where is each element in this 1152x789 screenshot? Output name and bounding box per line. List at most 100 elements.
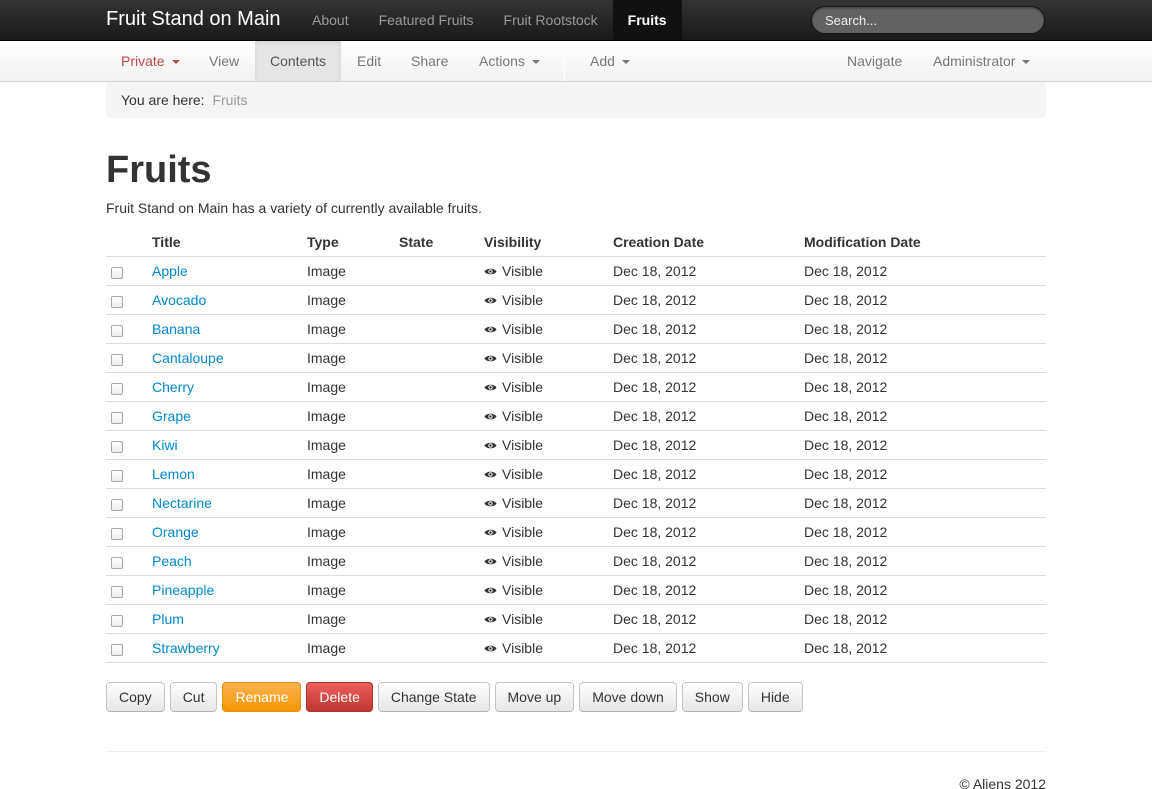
table-row: Grape Image Visible Dec 18, 2012 Dec 18, 201…	[106, 402, 1046, 431]
share-tab[interactable]: Share	[396, 41, 463, 81]
row-checkbox[interactable]	[111, 354, 123, 366]
row-title-link[interactable]: Plum	[152, 611, 184, 627]
header-visibility[interactable]: Visibility	[484, 228, 541, 257]
hide-button[interactable]: Hide	[747, 682, 803, 712]
row-title-link[interactable]: Strawberry	[152, 640, 220, 656]
header-type[interactable]: Type	[307, 228, 339, 257]
header-state[interactable]: State	[399, 228, 433, 257]
row-visibility: Visible	[484, 547, 543, 576]
table-row: Cantaloupe Image Visible Dec 18, 2012 Dec 18…	[106, 344, 1046, 373]
administrator-menu[interactable]: Administrator	[918, 41, 1045, 81]
row-title-link[interactable]: Nectarine	[152, 495, 212, 511]
top-nav: About Featured Fruits Fruit Rootstock Fr…	[297, 0, 682, 40]
navigate-tab[interactable]: Navigate	[832, 41, 917, 81]
row-title-cell: Plum	[152, 605, 184, 634]
row-creation-date: Dec 18, 2012	[613, 640, 697, 656]
row-checkbox[interactable]	[111, 412, 123, 424]
row-checkbox[interactable]	[111, 586, 123, 598]
move-up-button[interactable]: Move up	[494, 682, 575, 712]
search-input[interactable]	[811, 6, 1045, 34]
row-creation-date: Dec 18, 2012	[613, 611, 697, 627]
eye-icon	[484, 315, 497, 343]
row-visibility: Visible	[484, 431, 543, 460]
row-title-cell: Cantaloupe	[152, 344, 224, 373]
table-row: Lemon Image Visible Dec 18, 2012 Dec 18, 201…	[106, 460, 1046, 489]
nav-about[interactable]: About	[297, 0, 364, 40]
row-checkbox[interactable]	[111, 470, 123, 482]
private-state-menu[interactable]: Private	[106, 41, 195, 81]
page-description: Fruit Stand on Main has a variety of cur…	[106, 200, 482, 216]
breadcrumb: You are here: Fruits	[106, 82, 1046, 118]
breadcrumb-prefix: You are here:	[121, 92, 205, 108]
row-title-link[interactable]: Apple	[152, 263, 188, 279]
change-state-button[interactable]: Change State	[377, 682, 490, 712]
row-modification-date: Dec 18, 2012	[804, 640, 888, 656]
header-title[interactable]: Title	[152, 228, 181, 257]
row-title-cell: Peach	[152, 547, 192, 576]
delete-button[interactable]: Delete	[306, 682, 373, 712]
row-title-link[interactable]: Peach	[152, 553, 192, 569]
row-title-cell: Nectarine	[152, 489, 212, 518]
row-checkbox[interactable]	[111, 325, 123, 337]
row-title-link[interactable]: Avocado	[152, 292, 206, 308]
row-checkbox[interactable]	[111, 644, 123, 656]
row-modification-date: Dec 18, 2012	[804, 408, 888, 424]
row-title-cell: Banana	[152, 315, 200, 344]
header-modification-date[interactable]: Modification Date	[804, 228, 921, 257]
show-button[interactable]: Show	[681, 682, 743, 712]
row-title-link[interactable]: Banana	[152, 321, 200, 337]
row-type: Image	[307, 321, 346, 337]
row-visibility: Visible	[484, 518, 543, 547]
cut-button[interactable]: Cut	[169, 682, 218, 712]
move-down-button[interactable]: Move down	[579, 682, 677, 712]
add-label: Add	[590, 53, 615, 69]
row-visibility-label: Visible	[502, 263, 543, 279]
rename-button[interactable]: Rename	[222, 682, 302, 712]
site-brand[interactable]: Fruit Stand on Main	[106, 8, 281, 31]
row-checkbox[interactable]	[111, 296, 123, 308]
row-visibility-label: Visible	[502, 582, 543, 598]
row-title-link[interactable]: Kiwi	[152, 437, 178, 453]
row-creation-date: Dec 18, 2012	[613, 292, 697, 308]
row-modification-date: Dec 18, 2012	[804, 495, 888, 511]
row-title-link[interactable]: Grape	[152, 408, 191, 424]
eye-icon	[484, 257, 497, 285]
row-type: Image	[307, 350, 346, 366]
nav-fruits[interactable]: Fruits	[612, 0, 682, 40]
breadcrumb-current[interactable]: Fruits	[212, 92, 247, 108]
eye-icon	[484, 286, 497, 314]
row-checkbox[interactable]	[111, 441, 123, 453]
row-checkbox[interactable]	[111, 615, 123, 627]
nav-featured-fruits[interactable]: Featured Fruits	[364, 0, 489, 40]
header-creation-date[interactable]: Creation Date	[613, 228, 704, 257]
row-title-link[interactable]: Pineapple	[152, 582, 214, 598]
row-title-link[interactable]: Lemon	[152, 466, 195, 482]
table-row: Banana Image Visible Dec 18, 2012 Dec 18, 20…	[106, 315, 1046, 344]
actions-menu[interactable]: Actions	[464, 41, 555, 81]
row-creation-date: Dec 18, 2012	[613, 495, 697, 511]
row-checkbox[interactable]	[111, 383, 123, 395]
table-row: Peach Image Visible Dec 18, 2012 Dec 18, 201…	[106, 547, 1046, 576]
edit-tab[interactable]: Edit	[342, 41, 396, 81]
row-checkbox[interactable]	[111, 499, 123, 511]
nav-fruit-rootstock[interactable]: Fruit Rootstock	[489, 0, 613, 40]
row-visibility: Visible	[484, 257, 543, 286]
row-title-link[interactable]: Cantaloupe	[152, 350, 224, 366]
row-title-link[interactable]: Cherry	[152, 379, 194, 395]
administrator-label: Administrator	[933, 53, 1016, 69]
copy-button[interactable]: Copy	[106, 682, 165, 712]
row-checkbox[interactable]	[111, 528, 123, 540]
row-visibility: Visible	[484, 315, 543, 344]
contents-tab[interactable]: Contents	[255, 41, 342, 81]
row-modification-date: Dec 18, 2012	[804, 437, 888, 453]
row-title-cell: Apple	[152, 257, 188, 286]
page-title: Fruits	[106, 149, 212, 191]
row-checkbox[interactable]	[111, 267, 123, 279]
add-menu[interactable]: Add	[575, 41, 645, 81]
row-checkbox[interactable]	[111, 557, 123, 569]
row-creation-date: Dec 18, 2012	[613, 466, 697, 482]
private-state-label: Private	[121, 53, 165, 69]
row-creation-date: Dec 18, 2012	[613, 582, 697, 598]
view-tab[interactable]: View	[194, 41, 254, 81]
row-title-link[interactable]: Orange	[152, 524, 199, 540]
